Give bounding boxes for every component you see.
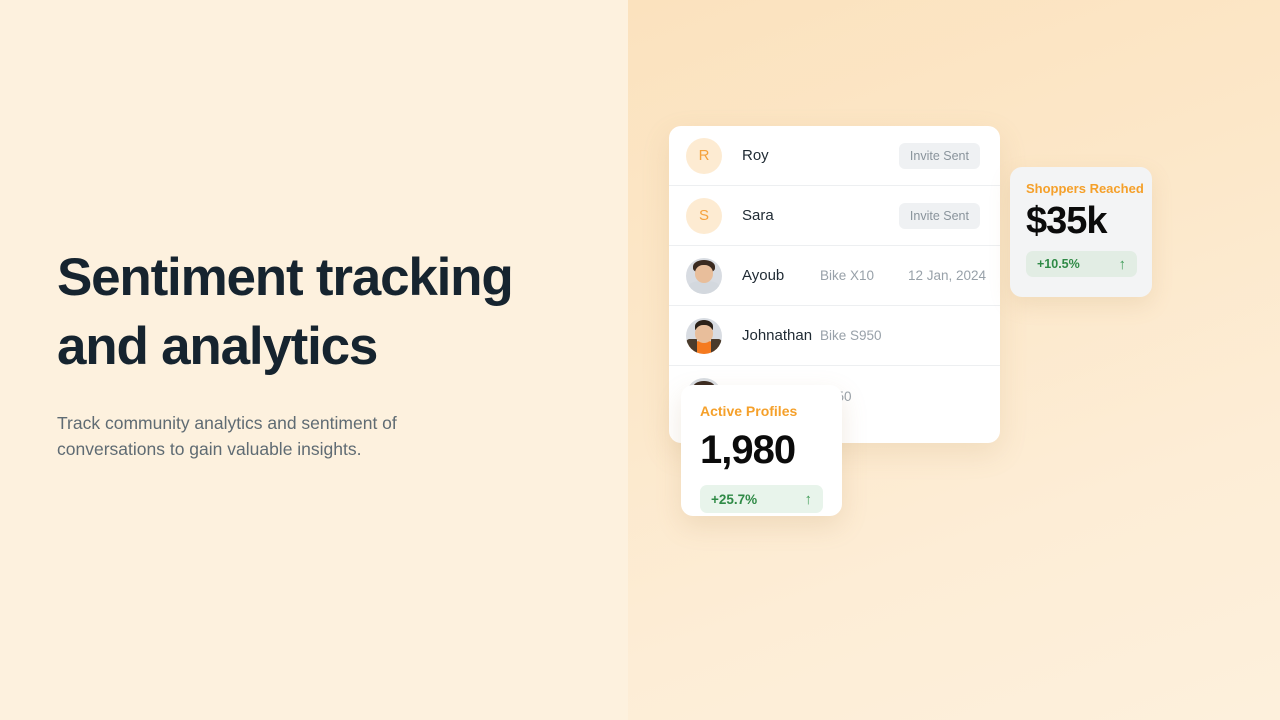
page-title-line-1: Sentiment tracking — [57, 248, 514, 307]
table-row[interactable]: S Sara Invite Sent — [669, 186, 1000, 246]
table-row[interactable]: Ayoub Bike X10 12 Jan, 2024 — [669, 246, 1000, 306]
stat-delta: +25.7% ↑ — [700, 485, 823, 513]
stat-delta: +10.5% ↑ — [1026, 251, 1137, 277]
profile-model: Bike S950 — [820, 328, 882, 343]
avatar: R — [686, 137, 722, 174]
stat-label: Shoppers Reached — [1026, 181, 1144, 196]
active-profiles-stat-card: Active Profiles 1,980 +25.7% ↑ — [681, 385, 842, 516]
page-title-line-2: and analytics — [57, 317, 378, 376]
stat-delta-value: +25.7% — [711, 491, 758, 507]
portrait-johnathan-icon — [686, 317, 722, 354]
profile-name: Johnathan — [742, 327, 813, 344]
hero-copy: Sentiment tracking and analytics Track c… — [57, 243, 617, 462]
page-title: Sentiment tracking and analytics — [57, 243, 617, 381]
avatar: S — [686, 197, 722, 234]
arrow-up-icon: ↑ — [1118, 255, 1127, 273]
status-badge: Invite Sent — [898, 142, 980, 169]
arrow-up-icon: ↑ — [804, 490, 813, 508]
stat-value: $35k — [1026, 200, 1108, 242]
page-subtitle: Track community analytics and sentiment … — [57, 413, 397, 459]
avatar — [686, 257, 722, 294]
stat-value: 1,980 — [700, 428, 796, 472]
profile-name: Roy — [742, 147, 769, 164]
stat-delta-value: +10.5% — [1037, 257, 1080, 271]
shoppers-reached-stat-card: Shoppers Reached $35k +10.5% ↑ — [1010, 167, 1152, 297]
profile-date: 12 Jan, 2024 — [908, 268, 987, 283]
table-row[interactable]: Johnathan Bike S950 — [669, 306, 1000, 366]
table-row[interactable]: R Roy Invite Sent — [669, 126, 1000, 186]
profile-model: Bike X10 — [820, 268, 875, 283]
profile-name: Ayoub — [742, 267, 785, 284]
stat-label: Active Profiles — [700, 403, 798, 419]
avatar — [686, 317, 722, 354]
status-badge: Invite Sent — [898, 202, 980, 229]
promo-graphic: Sentiment tracking and analytics Track c… — [0, 0, 1280, 720]
profile-name: Sara — [742, 207, 774, 224]
portrait-ayoub-icon — [686, 258, 722, 294]
